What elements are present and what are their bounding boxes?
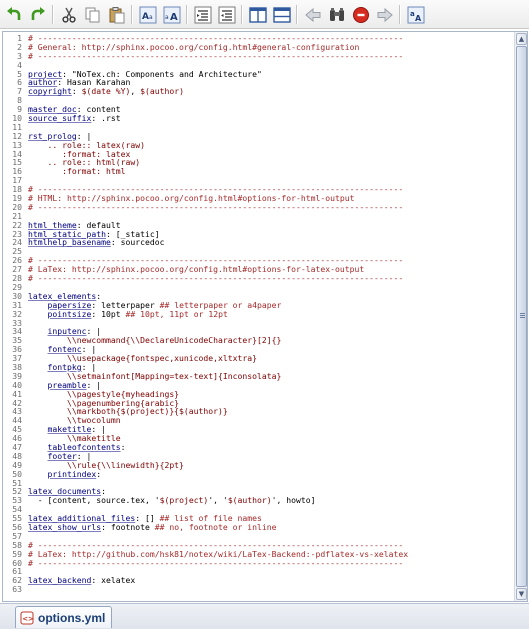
paste-button[interactable] xyxy=(106,4,127,25)
scroll-thumb[interactable] xyxy=(516,46,527,587)
font-smaller-button[interactable]: Aa xyxy=(137,4,158,25)
undo-button[interactable] xyxy=(3,4,24,25)
outdent-button[interactable] xyxy=(216,4,237,25)
code-line[interactable]: 28 # ------------------------------------… xyxy=(3,274,514,283)
code-line[interactable]: 7 copyright: $(date %Y), $(author) xyxy=(3,87,514,96)
undo-icon xyxy=(6,6,20,20)
code-line[interactable]: 20 # ------------------------------------… xyxy=(3,201,514,212)
toolbar-separator xyxy=(52,5,54,24)
redo-button[interactable] xyxy=(27,4,48,25)
line-text: printindex: xyxy=(47,468,102,479)
redo-icon xyxy=(31,6,45,20)
code-line[interactable]: 32 pointsize: 10pt ## 10pt, 11pt or 12pt xyxy=(3,308,514,319)
thumb-grip xyxy=(520,317,525,318)
svg-text:<>: <> xyxy=(22,615,34,623)
line-text: latex_backend: xelatex xyxy=(28,575,136,586)
code-line[interactable]: 3 # -------------------------------------… xyxy=(3,50,514,61)
toolbar-separator xyxy=(241,5,243,24)
line-text: # --------------------------------------… xyxy=(28,557,404,568)
code-line[interactable]: 56 latex_show_urls: footnote ## no, footn… xyxy=(3,523,514,532)
stop-icon xyxy=(352,6,369,23)
split-horizontal-icon xyxy=(272,6,291,23)
svg-text:A: A xyxy=(415,14,422,23)
line-number: 63 xyxy=(12,584,22,595)
code-line[interactable]: 24 htmlhelp_basename: sourcedoc xyxy=(3,238,514,247)
font-smaller-icon: Aa xyxy=(139,6,156,23)
toolbar-separator xyxy=(186,5,188,24)
line-text: - [content, source.tex, '$(project)', '$… xyxy=(28,495,316,506)
arrow-left-icon xyxy=(304,7,320,22)
code-line[interactable]: 62 latex_backend: xelatex xyxy=(3,576,514,585)
binoculars-icon xyxy=(329,7,344,21)
code-lines[interactable]: 1 # -------------------------------------… xyxy=(3,34,514,594)
svg-text:A: A xyxy=(170,12,178,23)
font-larger-button[interactable]: aA xyxy=(161,4,182,25)
editor-tab-bar: <> options.yml xyxy=(0,603,529,629)
code-line[interactable]: 10 source_suffix: .rst xyxy=(3,114,514,123)
indent-button[interactable] xyxy=(192,4,213,25)
spellcheck-button[interactable]: aA xyxy=(405,4,426,25)
line-text: copyright: $(date %Y), $(author) xyxy=(28,86,184,97)
paste-icon xyxy=(109,6,124,23)
svg-text:a: a xyxy=(165,14,169,21)
line-text: # --------------------------------------… xyxy=(28,201,404,212)
thumb-grip xyxy=(520,315,525,316)
line-text: # --------------------------------------… xyxy=(28,50,404,61)
svg-text:A: A xyxy=(142,12,149,22)
copy-icon xyxy=(85,7,99,22)
svg-text:a: a xyxy=(149,14,153,21)
vertical-scrollbar[interactable]: ▲ ▼ xyxy=(514,32,527,601)
stop-button[interactable] xyxy=(350,4,371,25)
yaml-file-icon: <> xyxy=(20,611,34,624)
code-line[interactable]: 60 # ------------------------------------… xyxy=(3,557,514,568)
forward-button[interactable] xyxy=(374,4,395,25)
indent-icon xyxy=(194,6,211,23)
code-line[interactable]: 63 xyxy=(3,585,514,594)
code-line[interactable]: 53 - [content, source.tex, '$(project)',… xyxy=(3,496,514,505)
line-text: latex_show_urls: footnote ## no, footnot… xyxy=(28,521,277,532)
tab-label: options.yml xyxy=(38,610,106,625)
toolbar-separator xyxy=(296,5,298,24)
line-text: source_suffix: .rst xyxy=(28,113,121,124)
code-editor[interactable]: 1 # -------------------------------------… xyxy=(2,31,528,602)
toolbar: Aa aA aA xyxy=(0,0,529,29)
split-vertical-button[interactable] xyxy=(247,4,268,25)
scroll-down-arrow[interactable]: ▼ xyxy=(516,588,527,600)
copy-button[interactable] xyxy=(82,4,103,25)
thumb-grip xyxy=(520,313,525,314)
cut-button[interactable] xyxy=(58,4,79,25)
code-line[interactable]: 50 printindex: xyxy=(3,468,514,479)
line-text: # --------------------------------------… xyxy=(28,273,404,284)
split-horizontal-button[interactable] xyxy=(271,4,292,25)
toolbar-separator xyxy=(399,5,401,24)
cut-icon xyxy=(61,7,76,23)
line-text: :format: html xyxy=(28,166,126,177)
line-text: pointsize: 10pt ## 10pt, 11pt or 12pt xyxy=(47,308,228,319)
font-larger-icon: aA xyxy=(163,6,180,23)
tab-options-yml[interactable]: <> options.yml xyxy=(15,606,112,628)
split-vertical-icon xyxy=(248,6,267,23)
back-button[interactable] xyxy=(302,4,323,25)
find-button[interactable] xyxy=(326,4,347,25)
code-line[interactable]: 16 :format: html xyxy=(3,167,514,176)
scroll-up-arrow[interactable]: ▲ xyxy=(516,33,527,45)
line-text: htmlhelp_basename: sourcedoc xyxy=(28,237,165,248)
arrow-right-icon xyxy=(377,7,393,22)
outdent-icon xyxy=(218,6,235,23)
toolbar-separator xyxy=(131,5,133,24)
spellcheck-icon: aA xyxy=(407,6,424,23)
